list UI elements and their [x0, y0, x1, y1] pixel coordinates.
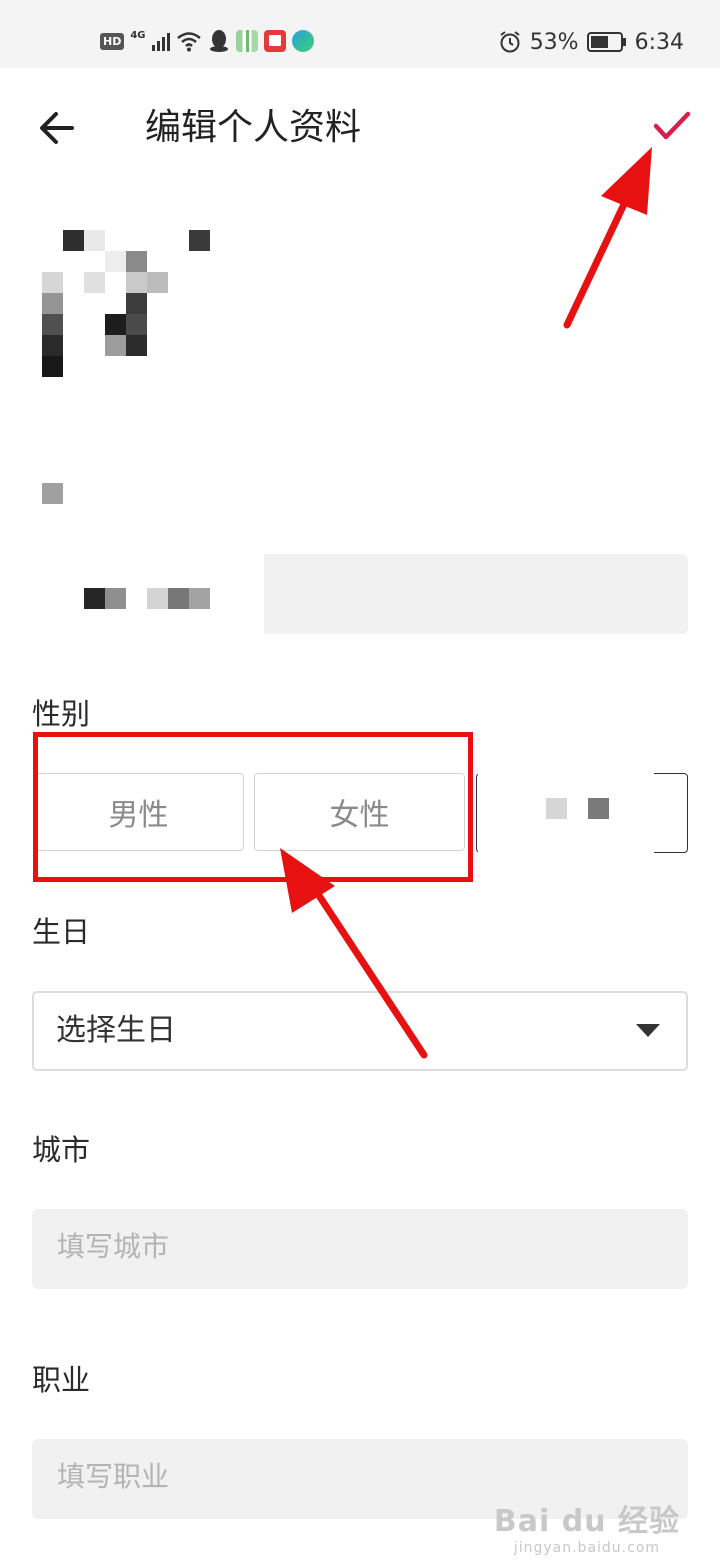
city-placeholder: 填写城市 [57, 1230, 170, 1263]
city-label: 城市 [32, 1133, 91, 1167]
gender-label: 性别 [32, 697, 91, 731]
video-app-icon [291, 30, 314, 52]
nickname-label [42, 483, 63, 504]
avatar[interactable] [40, 215, 230, 400]
gender-other-obscured [478, 766, 654, 860]
battery-percentage: 53% [529, 29, 579, 55]
network-type: 4G [130, 29, 146, 41]
wifi-icon [176, 32, 201, 52]
arrow-to-check-icon [563, 147, 652, 329]
birthday-label: 生日 [32, 915, 91, 949]
page-title: 编辑个人资料 [145, 107, 362, 148]
signal-icon [151, 31, 170, 51]
battery-icon [586, 32, 626, 52]
back-arrow-icon[interactable] [34, 104, 82, 152]
check-icon[interactable] [648, 104, 694, 150]
hd-icon: HD [100, 32, 125, 50]
job-label: 职业 [32, 1363, 91, 1397]
qq-icon [209, 30, 228, 52]
status-bar-left: HD 4G [100, 26, 314, 56]
alarm-icon [500, 31, 520, 53]
watermark-brand: Bai du 经验 [493, 1504, 680, 1539]
job-placeholder: 填写职业 [57, 1460, 170, 1493]
reader-app-icon [263, 30, 286, 52]
annotation-highlight-box [33, 732, 473, 882]
watermark-url: jingyan.baidu.com [513, 1540, 661, 1556]
status-bar-right: 53% 6:34 [498, 24, 684, 60]
birthday-select-value: 选择生日 [56, 1013, 176, 1048]
watermark: Bai du 经验 jingyan.baidu.com [494, 1496, 680, 1556]
nickname-obscured [32, 546, 264, 640]
bamboo-app-icon [235, 30, 258, 52]
chevron-down-icon [636, 1024, 660, 1037]
clock: 6:34 [634, 29, 684, 55]
